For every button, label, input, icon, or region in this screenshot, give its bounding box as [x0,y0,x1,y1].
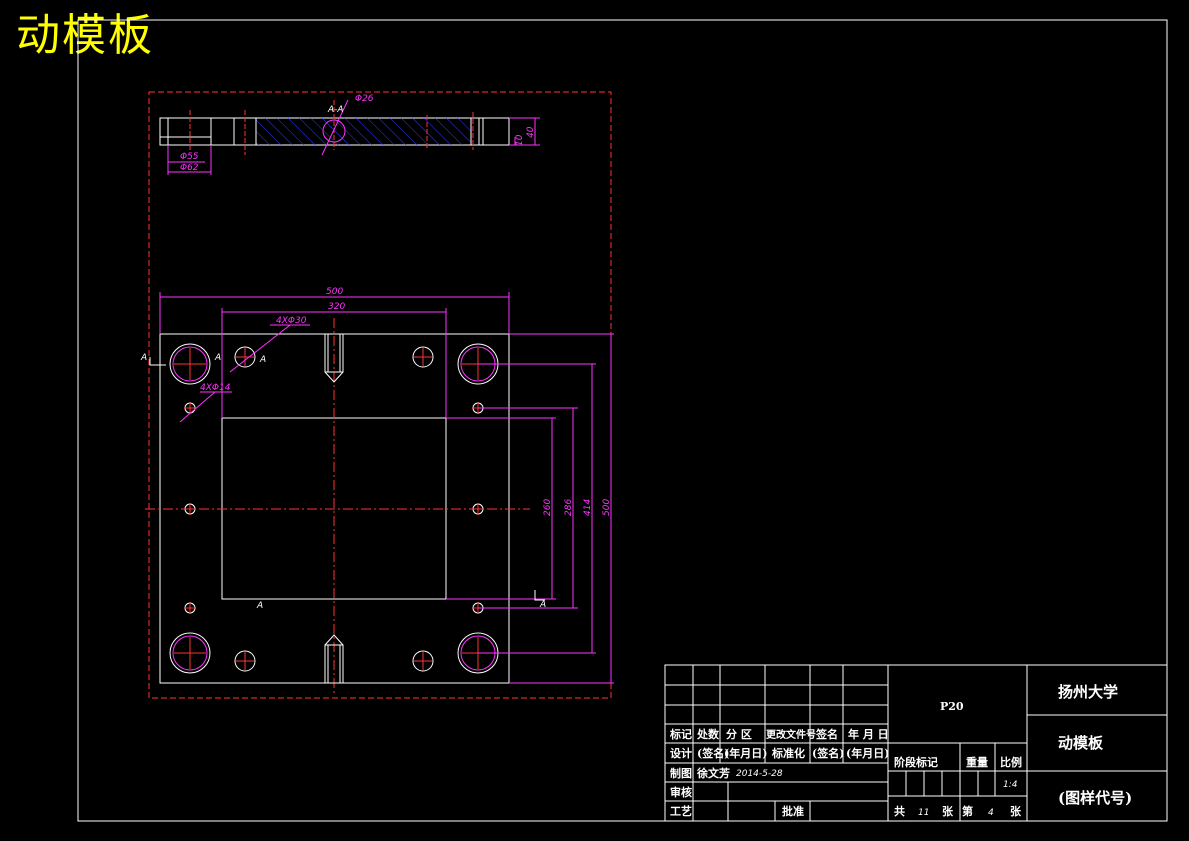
tb-total-unit: 张 [942,804,954,818]
tb-sheet-unit: 张 [1010,804,1022,818]
tb-scale: 比例 [1000,755,1022,769]
dim-phi55: Φ55 [180,152,199,162]
tb-stage-mark: 阶段标记 [894,755,938,769]
section-marker-bottom: A [539,600,546,610]
tb-header-mark: 标记 [669,727,692,741]
tb-part-name: 动模板 [1058,734,1104,752]
section-marker-pocket: A [256,601,263,611]
dim-286: 286 [564,499,574,516]
tb-sheet-label: 第 [962,804,973,818]
tb-standard-label: 标准化 [771,746,805,760]
tb-design-label: 设计 [670,746,692,760]
dim-phi26: Φ26 [355,94,374,104]
tb-draw-date: 2014-5-28 [736,769,783,779]
tb-drawing-no: (图样代号) [1058,789,1132,807]
tb-draw-name: 徐文芳 [696,766,730,780]
dim-260: 260 [543,499,553,516]
dim-10: 10 [515,134,525,146]
return-pin-hole [412,346,434,368]
section-label: A-A [327,105,344,115]
dim-4x-phi30: 4XΦ30 [276,316,307,326]
title-block-text: 标记 处数 分 区 更改文件号 签名 年 月 日 设计 (签名) (年月日) 标… [669,683,1132,818]
tb-approve-label: 批准 [782,804,804,818]
return-pin-hole [412,650,434,672]
tb-scale-value: 1:4 [1003,780,1018,790]
return-pin-hole [234,650,256,672]
dim-4x-phi14: 4XΦ14 [200,383,231,393]
return-pin-hole [234,346,256,368]
tb-weight: 重量 [966,755,988,769]
tb-header-sign: 签名 [815,727,838,741]
tb-process-label: 工艺 [670,804,692,818]
tb-header-change-doc: 更改文件号 [766,728,816,741]
tb-check-label: 审核 [670,785,692,799]
tb-sheet-value: 4 [988,808,994,818]
section-view: A-A Φ26 Φ55 Φ62 40 10 [159,94,540,175]
tb-standard-sign: (签名) [812,746,844,760]
tb-design-date: (年月日) [724,746,767,760]
dim-320: 320 [328,302,345,312]
tb-header-zone: 分 区 [726,727,752,741]
small-hole [184,402,196,414]
section-marker-right: A [259,355,266,365]
small-hole [184,602,196,614]
tb-draw-label: 制图 [670,766,692,780]
small-hole [184,503,196,515]
tb-standard-date: (年月日) [846,746,889,760]
tb-material: P20 [940,700,964,713]
section-marker-left: A [140,353,147,363]
guide-hole [169,632,211,674]
guide-hole [169,343,211,385]
section-marker-left-2: A [214,353,221,363]
tb-header-date: 年 月 日 [848,727,889,741]
dim-414: 414 [583,499,593,516]
drawing-canvas: A-A Φ26 Φ55 Φ62 40 10 500 320 4XΦ30 4XΦ1… [77,19,1168,822]
dim-500-height: 500 [602,499,612,516]
sheet-border [77,19,1168,822]
tb-total-value: 11 [918,808,929,818]
tb-school: 扬州大学 [1058,683,1118,701]
plan-view: 500 320 4XΦ30 4XΦ14 260 286 414 500 A A … [140,287,614,695]
tb-total-label: 共 [894,804,905,818]
dim-phi62: Φ62 [180,163,199,173]
small-hole [472,503,484,515]
dim-40: 40 [526,126,536,138]
dim-500-width: 500 [326,287,343,297]
cad-drawing-sheet: 动模板 A-A Φ26 Φ55 Φ62 40 10 500 320 4XΦ30 … [0,0,1189,841]
tb-header-count: 处数 [696,727,720,741]
